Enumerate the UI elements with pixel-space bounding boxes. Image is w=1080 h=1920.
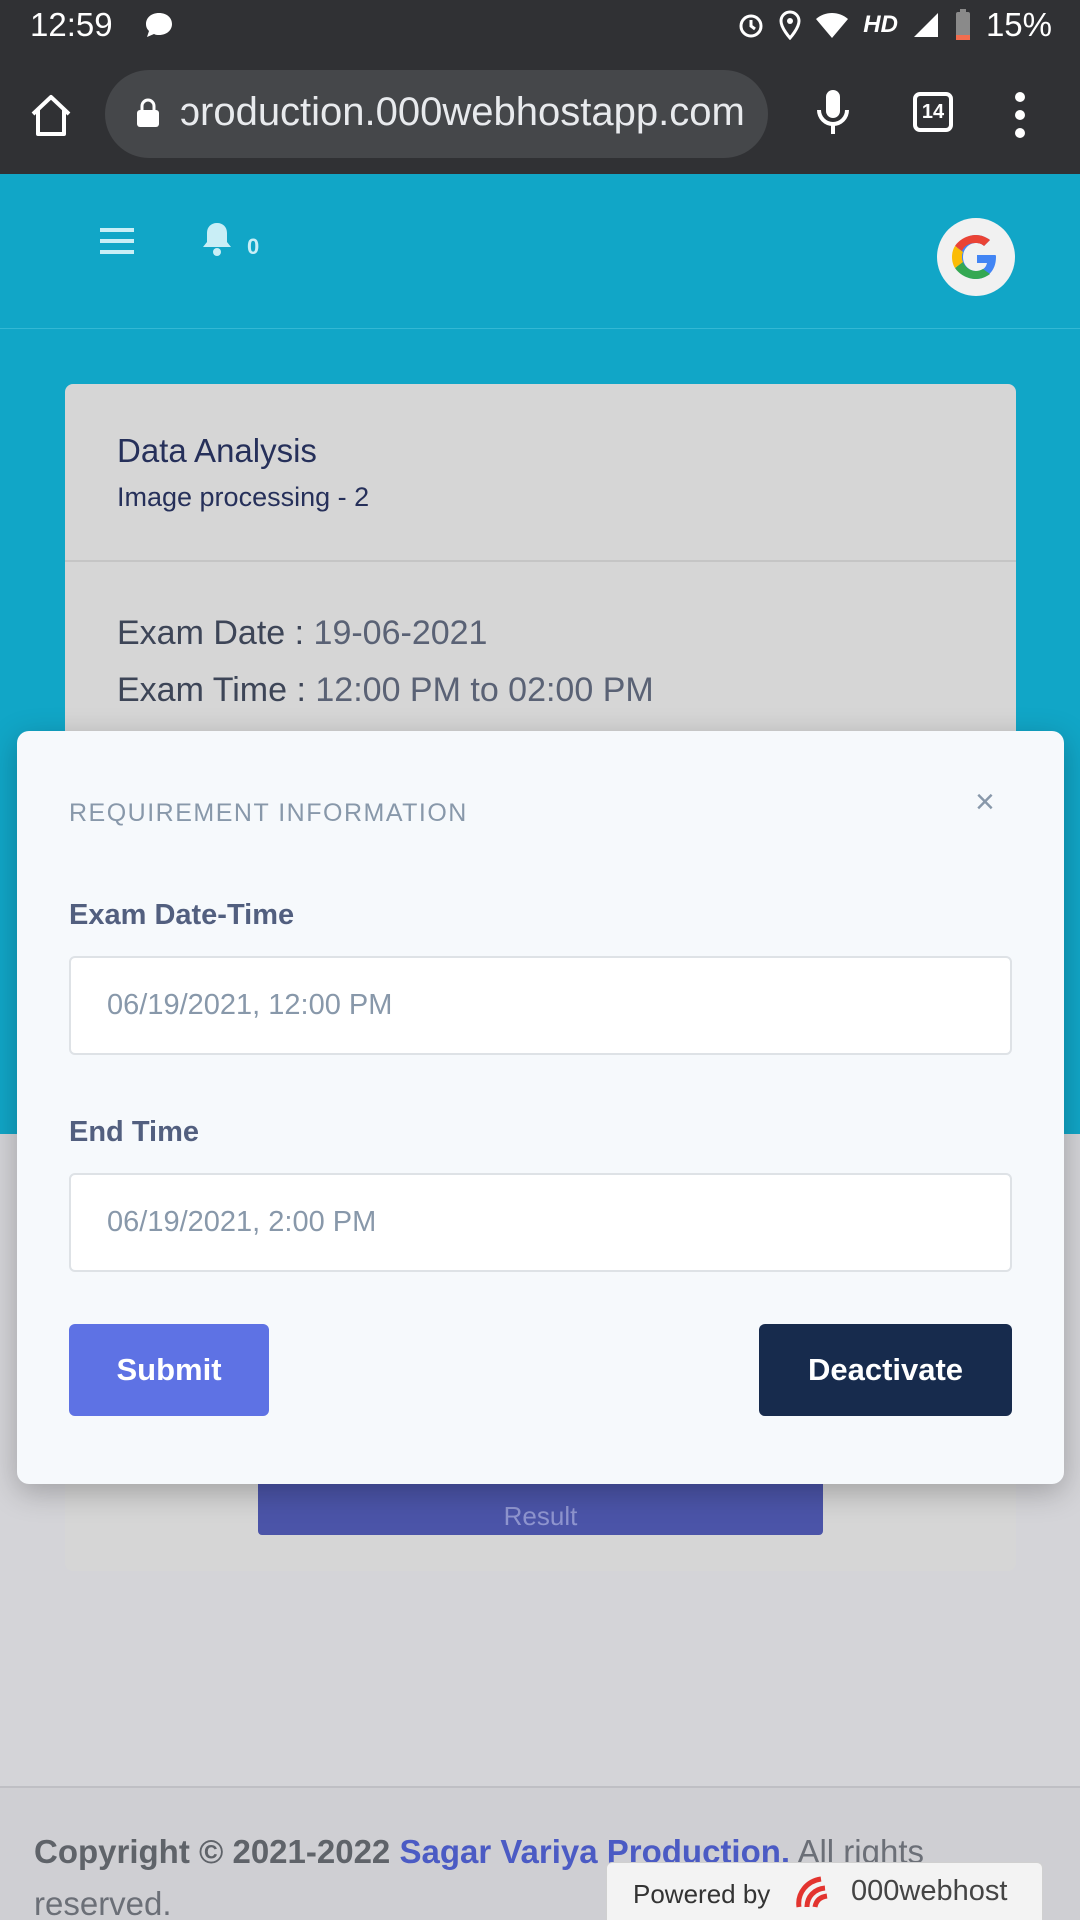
status-time: 12:59 [30, 6, 113, 43]
app-header: 0 [0, 174, 1080, 329]
address-bar[interactable]: ɔroduction.000webhostapp.com [105, 70, 768, 158]
exam-time-row: Exam Time : 12:00 PM to 02:00 PM [117, 671, 964, 710]
avatar[interactable] [937, 218, 1015, 296]
end-time-label: End Time [69, 1116, 199, 1148]
exam-date-label: Exam Date : [117, 614, 305, 652]
copyright-prefix: Copyright © 2021-2022 [34, 1833, 391, 1870]
exam-time-value: 12:00 PM to 02:00 PM [315, 671, 654, 709]
location-icon [779, 10, 801, 40]
microphone-icon[interactable] [813, 88, 853, 138]
tab-switcher-button[interactable]: 14 [913, 92, 953, 132]
powered-by-badge[interactable]: Powered by 000webhost [606, 1862, 1043, 1920]
powered-by-label: Powered by [633, 1879, 771, 1909]
bell-icon[interactable] [200, 220, 234, 256]
exam-card-header: Data Analysis Image processing - 2 [65, 384, 1016, 562]
message-icon [146, 13, 172, 37]
end-time-input[interactable] [69, 1173, 1012, 1272]
status-bar: 12:59 HD 15% [0, 0, 1080, 56]
menu-icon[interactable] [100, 226, 134, 256]
exam-datetime-input[interactable] [69, 956, 1012, 1055]
lock-icon [137, 98, 159, 127]
network-type: HD [863, 11, 898, 38]
google-logo-icon [952, 235, 996, 279]
requirement-modal: REQUIREMENT INFORMATION × Exam Date-Time… [17, 731, 1064, 1484]
battery-icon [955, 9, 970, 40]
alarm-icon [739, 14, 763, 38]
submit-button[interactable]: Submit [69, 1324, 269, 1416]
more-options-icon[interactable] [1010, 90, 1030, 140]
webhost-logo-icon [796, 1876, 828, 1908]
modal-title: REQUIREMENT INFORMATION [69, 799, 468, 827]
exam-subtitle: Image processing - 2 [117, 482, 370, 512]
exam-time-label: Exam Time : [117, 671, 306, 709]
battery-level: 15% [985, 6, 1052, 43]
exam-date-row: Exam Date : 19-06-2021 [117, 614, 964, 653]
exam-date-value: 19-06-2021 [313, 614, 488, 652]
webhost-name: 000webhost [851, 1875, 1008, 1907]
close-icon[interactable]: × [975, 783, 995, 822]
exam-title: Data Analysis [117, 432, 317, 469]
exam-datetime-label: Exam Date-Time [69, 899, 295, 931]
notification-count: 0 [247, 234, 260, 259]
home-icon[interactable] [28, 92, 74, 138]
signal-icon [913, 13, 938, 37]
browser-toolbar: ɔroduction.000webhostapp.com 14 [0, 56, 1080, 174]
deactivate-button[interactable]: Deactivate [759, 1324, 1012, 1416]
url-text: ɔroduction.000webhostapp.com [180, 90, 745, 134]
wifi-icon [816, 13, 849, 38]
